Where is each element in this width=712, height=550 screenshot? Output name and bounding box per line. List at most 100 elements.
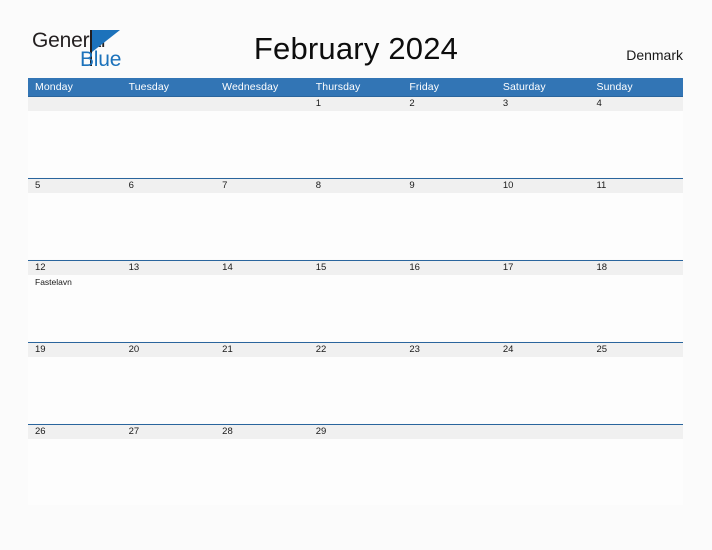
day-cell[interactable]: 6 xyxy=(122,179,216,193)
day-event-cell[interactable] xyxy=(402,193,496,259)
day-event-cell[interactable] xyxy=(28,193,122,259)
day-event-cell[interactable] xyxy=(402,275,496,341)
day-cell[interactable]: 18 xyxy=(589,261,683,275)
day-event-cell[interactable] xyxy=(402,111,496,177)
day-event-cell[interactable] xyxy=(28,111,122,177)
day-number: 4 xyxy=(596,98,602,109)
day-event-cell[interactable] xyxy=(496,357,590,423)
day-event-text xyxy=(316,357,403,358)
day-cell[interactable]: 17 xyxy=(496,261,590,275)
day-event-cell[interactable] xyxy=(215,275,309,341)
day-event-text xyxy=(409,275,496,276)
day-event-cell[interactable] xyxy=(496,111,590,177)
day-event-text xyxy=(316,193,403,194)
week-date-strip: 5 6 7 8 9 10 11 xyxy=(28,179,683,193)
day-cell[interactable]: 12 xyxy=(28,261,122,275)
day-cell[interactable]: 15 xyxy=(309,261,403,275)
day-event-text xyxy=(409,439,496,440)
day-event-text xyxy=(129,275,216,276)
day-cell[interactable]: 1 xyxy=(309,97,403,111)
day-event-cell[interactable] xyxy=(122,193,216,259)
day-event-cell[interactable] xyxy=(122,111,216,177)
weekday-header-tuesday: Tuesday xyxy=(128,81,170,93)
day-cell[interactable]: 5 xyxy=(28,179,122,193)
day-cell[interactable]: 29 xyxy=(309,425,403,439)
day-event-cell[interactable] xyxy=(402,439,496,505)
day-event-cell[interactable] xyxy=(496,193,590,259)
weekday-header-sunday: Sunday xyxy=(596,81,633,93)
day-cell[interactable]: 22 xyxy=(309,343,403,357)
day-event-cell[interactable] xyxy=(309,439,403,505)
day-number: 20 xyxy=(128,344,140,355)
day-event-cell[interactable] xyxy=(589,193,683,259)
day-number: 8 xyxy=(315,180,322,191)
day-number: 24 xyxy=(502,344,514,355)
day-event-cell[interactable] xyxy=(496,439,590,505)
day-cell[interactable]: 14 xyxy=(215,261,309,275)
day-event-cell[interactable]: Fastelavn xyxy=(28,275,122,341)
weekday-header-wednesday: Wednesday xyxy=(222,81,279,93)
day-cell[interactable]: 9 xyxy=(402,179,496,193)
day-cell[interactable]: 28 xyxy=(215,425,309,439)
day-event-text xyxy=(596,357,683,358)
day-cell[interactable]: 4 xyxy=(589,97,683,111)
day-event-cell[interactable] xyxy=(589,357,683,423)
day-event-cell[interactable] xyxy=(122,357,216,423)
day-cell[interactable] xyxy=(496,425,590,439)
day-number: 2 xyxy=(409,98,415,109)
day-cell[interactable]: 8 xyxy=(309,179,403,193)
day-cell[interactable]: 23 xyxy=(402,343,496,357)
day-event-cell[interactable] xyxy=(309,357,403,423)
day-event-cell[interactable] xyxy=(309,111,403,177)
day-number: 10 xyxy=(502,180,514,191)
day-cell[interactable] xyxy=(28,97,122,111)
day-cell[interactable] xyxy=(589,425,683,439)
day-event-cell[interactable] xyxy=(28,439,122,505)
week-row: 26 27 28 29 xyxy=(28,424,683,506)
day-cell[interactable]: 11 xyxy=(589,179,683,193)
day-event-cell[interactable] xyxy=(589,111,683,177)
day-cell[interactable]: 27 xyxy=(122,425,216,439)
day-event-cell[interactable] xyxy=(496,275,590,341)
week-body-strip xyxy=(28,111,683,177)
day-number: 15 xyxy=(315,262,327,273)
day-event-text xyxy=(222,357,309,358)
day-cell[interactable]: 19 xyxy=(28,343,122,357)
day-event-cell[interactable] xyxy=(215,193,309,259)
day-event-text xyxy=(316,111,403,112)
day-cell[interactable]: 13 xyxy=(122,261,216,275)
day-cell[interactable] xyxy=(122,97,216,111)
week-row: 5 6 7 8 9 10 11 xyxy=(28,178,683,260)
day-event-cell[interactable] xyxy=(589,275,683,341)
day-cell[interactable]: 10 xyxy=(496,179,590,193)
day-cell[interactable]: 7 xyxy=(215,179,309,193)
day-event-cell[interactable] xyxy=(215,357,309,423)
day-cell[interactable]: 20 xyxy=(122,343,216,357)
day-cell[interactable] xyxy=(215,97,309,111)
day-event-cell[interactable] xyxy=(122,439,216,505)
day-cell[interactable] xyxy=(402,425,496,439)
day-event-text xyxy=(503,439,590,440)
day-cell[interactable]: 26 xyxy=(28,425,122,439)
day-event-cell[interactable] xyxy=(215,111,309,177)
day-event-cell[interactable] xyxy=(309,275,403,341)
day-cell[interactable]: 3 xyxy=(496,97,590,111)
day-event-text: Fastelavn xyxy=(35,277,72,287)
day-event-cell[interactable] xyxy=(589,439,683,505)
weekday-header-row: Monday Tuesday Wednesday Thursday Friday… xyxy=(28,78,683,96)
day-event-text xyxy=(409,357,496,358)
day-cell[interactable]: 24 xyxy=(496,343,590,357)
weekday-header-thursday: Thursday xyxy=(315,81,361,93)
week-date-strip: 26 27 28 29 xyxy=(28,425,683,439)
day-cell[interactable]: 2 xyxy=(402,97,496,111)
day-cell[interactable]: 25 xyxy=(589,343,683,357)
day-event-cell[interactable] xyxy=(28,357,122,423)
day-number: 22 xyxy=(315,344,327,355)
day-event-cell[interactable] xyxy=(122,275,216,341)
day-cell[interactable]: 21 xyxy=(215,343,309,357)
day-cell[interactable]: 16 xyxy=(402,261,496,275)
day-event-cell[interactable] xyxy=(402,357,496,423)
day-event-cell[interactable] xyxy=(309,193,403,259)
day-event-cell[interactable] xyxy=(215,439,309,505)
week-date-strip: 19 20 21 22 23 24 25 xyxy=(28,343,683,357)
